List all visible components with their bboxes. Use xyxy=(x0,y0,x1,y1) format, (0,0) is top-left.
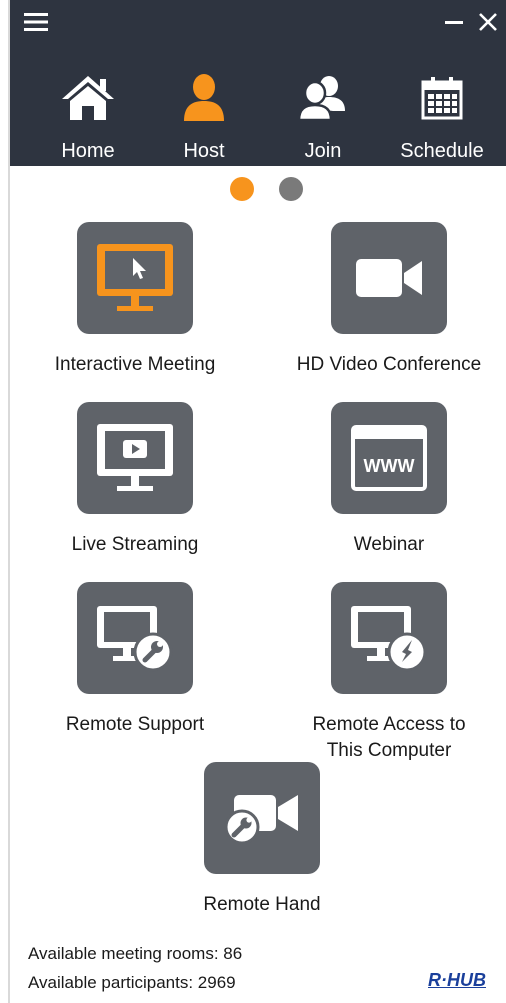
page-dot-active[interactable] xyxy=(230,177,254,201)
title-bar xyxy=(10,0,506,44)
users-icon xyxy=(295,70,351,126)
remote-access-tile[interactable]: Remote Access to This Computer xyxy=(284,582,494,764)
live-streaming-label: Live Streaming xyxy=(71,534,199,555)
monitor-play-icon xyxy=(77,402,193,514)
main-nav: Home Host Join Schedule xyxy=(10,44,506,166)
camera-wrench-icon xyxy=(204,762,320,874)
close-icon[interactable] xyxy=(470,4,506,40)
browser-www-icon: WWW xyxy=(331,402,447,514)
svg-text:WWW: WWW xyxy=(364,456,415,476)
nav-join[interactable]: Join xyxy=(261,44,385,166)
nav-join-label: Join xyxy=(304,140,342,162)
webinar-tile[interactable]: WWW Webinar xyxy=(284,402,494,558)
minimize-icon[interactable] xyxy=(436,4,472,40)
hd-video-conference-tile[interactable]: HD Video Conference xyxy=(284,222,494,378)
home-icon xyxy=(60,70,116,126)
webinar-label: Webinar xyxy=(353,534,425,555)
monitor-cursor-icon xyxy=(77,222,193,334)
remote-hand-label: Remote Hand xyxy=(203,894,321,915)
monitor-plug-icon xyxy=(331,582,447,694)
remote-support-tile[interactable]: Remote Support xyxy=(30,582,240,738)
hd-video-conference-label: HD Video Conference xyxy=(296,354,482,375)
remote-hand-tile[interactable]: Remote Hand xyxy=(157,762,367,918)
remote-access-label-line1: Remote Access to xyxy=(312,714,466,735)
page-dot-inactive[interactable] xyxy=(279,177,303,201)
live-streaming-tile[interactable]: Live Streaming xyxy=(30,402,240,558)
user-icon xyxy=(176,70,232,126)
nav-host[interactable]: Host xyxy=(142,44,266,166)
remote-access-label: Remote Access to This Computer xyxy=(312,712,465,764)
remote-access-label-line2: This Computer xyxy=(326,740,452,761)
video-camera-icon xyxy=(331,222,447,334)
nav-home[interactable]: Home xyxy=(26,44,150,166)
monitor-wrench-icon xyxy=(77,582,193,694)
calendar-icon xyxy=(414,70,470,126)
nav-host-label: Host xyxy=(183,140,225,162)
menu-icon[interactable] xyxy=(18,4,54,40)
rhub-link[interactable]: R·HUB xyxy=(428,970,486,991)
available-rooms-text: Available meeting rooms: 86 xyxy=(28,944,243,963)
nav-schedule[interactable]: Schedule xyxy=(380,44,504,166)
interactive-meeting-label: Interactive Meeting xyxy=(54,354,216,375)
available-participants-text: Available participants: 2969 xyxy=(28,973,236,992)
nav-home-label: Home xyxy=(61,140,115,162)
interactive-meeting-tile[interactable]: Interactive Meeting xyxy=(30,222,240,378)
nav-schedule-label: Schedule xyxy=(400,140,484,162)
page-indicator xyxy=(0,177,506,201)
remote-support-label: Remote Support xyxy=(65,714,205,735)
window-left-edge xyxy=(0,0,10,1003)
